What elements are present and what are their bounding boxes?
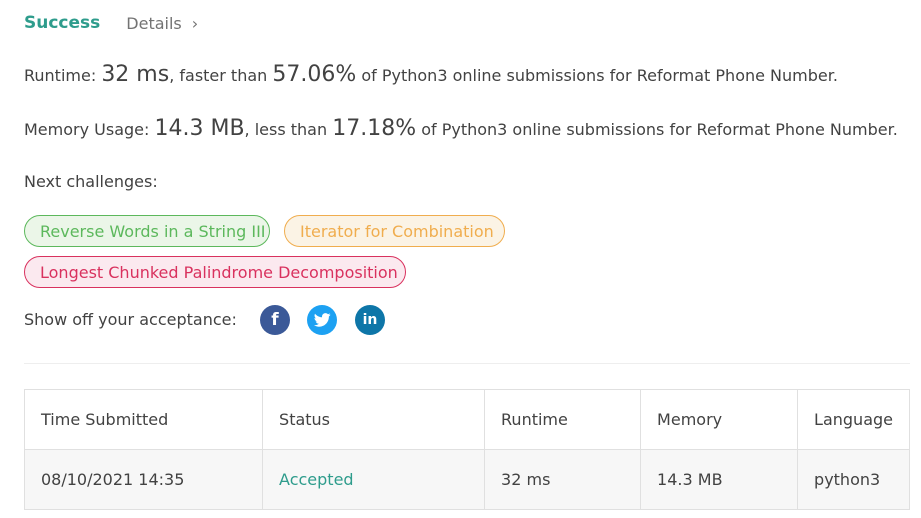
tab-details-label: Details [126, 13, 182, 33]
twitter-icon[interactable] [307, 305, 337, 335]
challenge-pill-reverse-words[interactable]: Reverse Words in a String III [24, 215, 270, 247]
tab-details[interactable]: Details › [126, 14, 198, 33]
col-memory[interactable]: Memory [640, 389, 799, 450]
col-time-submitted[interactable]: Time Submitted [23, 389, 264, 450]
linkedin-glyph: in [362, 312, 378, 328]
chevron-right-icon: › [191, 13, 199, 33]
share-label: Show off your acceptance: [24, 310, 237, 329]
memory-mid: , less than [244, 120, 333, 139]
runtime-summary: Runtime: 32 ms, faster than 57.06% of Py… [24, 62, 838, 87]
linkedin-icon[interactable]: in [355, 305, 385, 335]
result-tabs: Success Details › [24, 11, 198, 35]
cell-memory: 14.3 MB [640, 449, 799, 510]
cell-language: python3 [797, 449, 910, 510]
memory-summary: Memory Usage: 14.3 MB, less than 17.18% … [24, 116, 898, 141]
cell-runtime: 32 ms [484, 449, 642, 510]
challenge-title: Longest Chunked Palindrome Decomposition [40, 262, 398, 282]
memory-percent: 17.18% [332, 116, 417, 141]
submission-table: Time Submitted Status Runtime Memory Lan… [23, 389, 910, 510]
cell-status-accepted[interactable]: Accepted [262, 449, 486, 510]
memory-label: Memory Usage: [24, 120, 155, 139]
challenge-pill-iterator-combination[interactable]: Iterator for Combination [284, 215, 505, 247]
cell-time-submitted: 08/10/2021 14:35 [23, 449, 264, 510]
table-header-row: Time Submitted Status Runtime Memory Lan… [23, 389, 910, 450]
col-runtime[interactable]: Runtime [484, 389, 642, 450]
divider [24, 363, 910, 364]
challenge-title: Reverse Words in a String III [40, 221, 266, 241]
challenge-title: Iterator for Combination [300, 221, 494, 241]
col-language[interactable]: Language [797, 389, 910, 450]
facebook-glyph: f [271, 310, 279, 330]
challenge-pill-longest-chunked-palindrome[interactable]: Longest Chunked Palindrome Decomposition [24, 256, 406, 288]
runtime-label: Runtime: [24, 66, 102, 85]
memory-value: 14.3 MB [154, 116, 245, 141]
twitter-bird-glyph [313, 313, 331, 327]
memory-tail: of Python3 online submissions for Reform… [416, 120, 898, 139]
runtime-value: 32 ms [101, 62, 170, 87]
runtime-mid: , faster than [169, 66, 273, 85]
facebook-icon[interactable]: f [260, 305, 290, 335]
col-status[interactable]: Status [262, 389, 486, 450]
table-row: 08/10/2021 14:35 Accepted 32 ms 14.3 MB … [23, 449, 910, 510]
runtime-percent: 57.06% [272, 62, 357, 87]
runtime-tail: of Python3 online submissions for Reform… [356, 66, 838, 85]
tab-success[interactable]: Success [24, 13, 100, 33]
next-challenges-label: Next challenges: [24, 172, 158, 191]
